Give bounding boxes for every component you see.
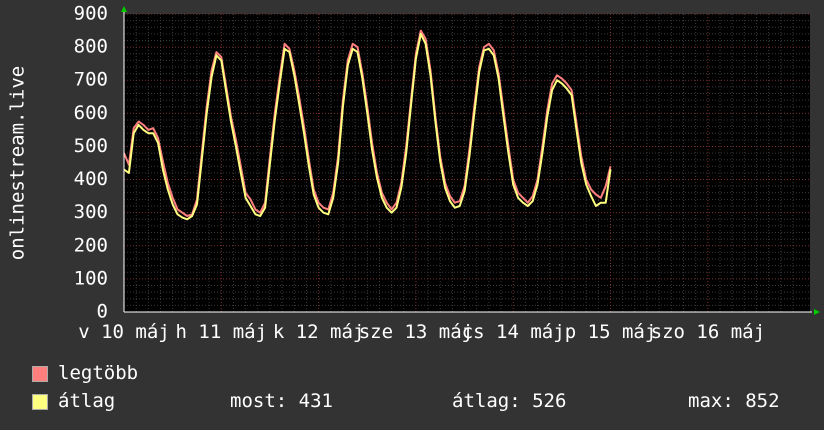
x-axis-arrow-icon [814, 309, 820, 315]
stat-max: max: 852 [688, 390, 780, 412]
legend-label-legtobb: legtöbb [58, 362, 139, 384]
x-tick-labels: v 10 máj h 11 máj k 12 májsze 13 májcs 14 … [78, 321, 765, 343]
legend-swatch-atlag [32, 394, 48, 410]
legend-swatch-legtobb [32, 366, 48, 382]
y-tick-label: 500 [74, 135, 108, 157]
x-tick-label: sze 13 máj [359, 321, 473, 343]
y-tick-label: 600 [74, 102, 108, 124]
y-tick-label: 900 [74, 3, 108, 25]
y-tick-label: 700 [74, 69, 108, 91]
y-tick-label: 100 [74, 267, 108, 289]
x-tick-label: cs 14 máj [462, 321, 565, 343]
y-tick-label: 800 [74, 36, 108, 58]
y-tick-label: 400 [74, 168, 108, 190]
stat-most: most: 431 [230, 390, 333, 412]
x-tick-label: h 11 máj [176, 321, 268, 343]
legend-label-atlag: átlag [58, 390, 116, 412]
chart: 0 100 200 300 400 500 600 700 800 900 v 10 máj h 1… [7, 3, 820, 343]
x-tick-label: v 10 máj [78, 321, 170, 343]
y-axis-label: onlinestream.live [7, 66, 29, 260]
x-tick-label: p 15 máj [565, 321, 657, 343]
y-tick-labels: 0 100 200 300 400 500 600 700 800 900 [74, 3, 108, 323]
x-tick-label: k 12 máj [273, 321, 365, 343]
y-tick-label: 200 [74, 234, 108, 256]
y-axis-arrow-icon [121, 6, 127, 12]
x-tick-label: szo 16 máj [651, 321, 765, 343]
y-tick-label: 0 [97, 301, 108, 323]
y-tick-label: 300 [74, 201, 108, 223]
stat-atlag: átlag: 526 [452, 390, 567, 412]
